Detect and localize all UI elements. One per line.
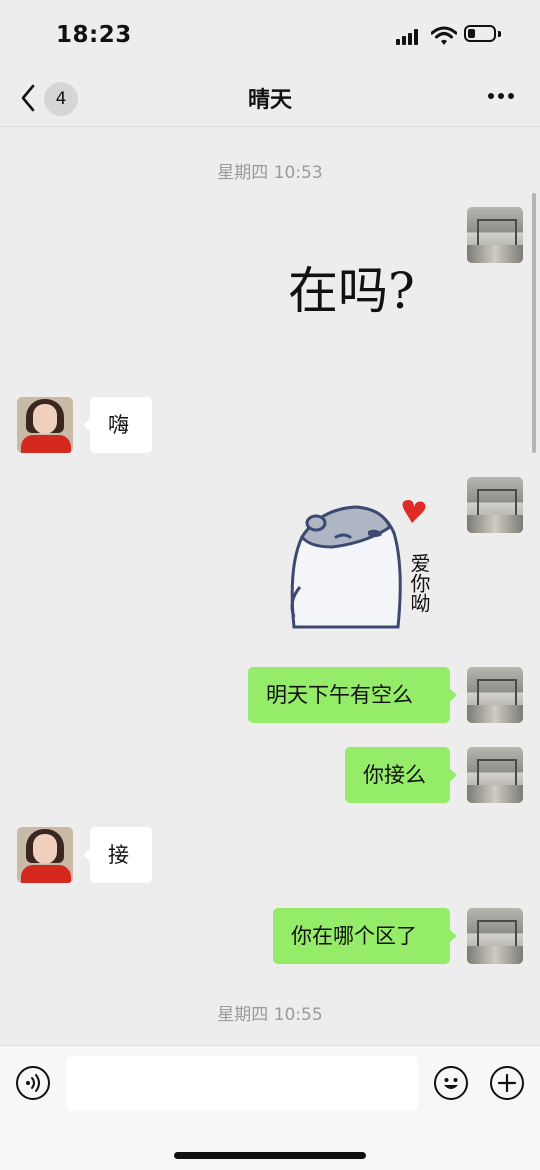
wifi-icon: [431, 26, 457, 45]
message-input[interactable]: [66, 1056, 418, 1110]
my-avatar[interactable]: [467, 747, 523, 803]
battery-tip: [498, 31, 501, 37]
sticker-message[interactable]: 在吗?: [288, 251, 415, 323]
cellular-signal-icon: [396, 29, 420, 45]
plus-icon: [497, 1073, 517, 1093]
contact-avatar[interactable]: [17, 397, 73, 453]
voice-icon: [26, 1074, 40, 1092]
my-avatar[interactable]: [467, 667, 523, 723]
message-bubble[interactable]: 嗨: [83, 397, 152, 453]
sticker-caption: 爱你呦: [407, 553, 431, 613]
more-functions-button[interactable]: [490, 1066, 524, 1100]
message-bubble[interactable]: 你在哪个区了: [273, 908, 457, 964]
home-indicator: [174, 1152, 366, 1159]
hamster-sticker[interactable]: 爱你呦: [286, 497, 458, 629]
scrollbar[interactable]: [532, 193, 536, 453]
voice-button[interactable]: [16, 1066, 50, 1100]
input-bar: [0, 1045, 540, 1170]
my-avatar[interactable]: [467, 477, 523, 533]
message-bubble[interactable]: 明天下午有空么: [248, 667, 457, 723]
my-avatar[interactable]: [467, 207, 523, 263]
chat-messages[interactable]: 星期四 10:53 在吗? 嗨 爱你呦 明天下午有空么 你接么 接 你在哪个区了…: [0, 127, 540, 1045]
chat-title: 晴天: [247, 88, 292, 113]
status-time: 18:23: [56, 22, 132, 48]
contact-avatar[interactable]: [17, 827, 73, 883]
chat-header: 4 晴天: [0, 70, 540, 127]
message-bubble[interactable]: 你接么: [345, 747, 457, 803]
more-options-button[interactable]: [486, 88, 516, 104]
battery-icon: [464, 25, 496, 42]
emoji-button[interactable]: [434, 1066, 468, 1100]
timestamp: 星期四 10:55: [217, 1005, 323, 1025]
message-bubble[interactable]: 接: [83, 827, 152, 883]
my-avatar[interactable]: [467, 908, 523, 964]
timestamp: 星期四 10:53: [217, 163, 323, 183]
emoji-icon: [444, 1078, 458, 1089]
status-bar: 18:23: [0, 0, 540, 70]
